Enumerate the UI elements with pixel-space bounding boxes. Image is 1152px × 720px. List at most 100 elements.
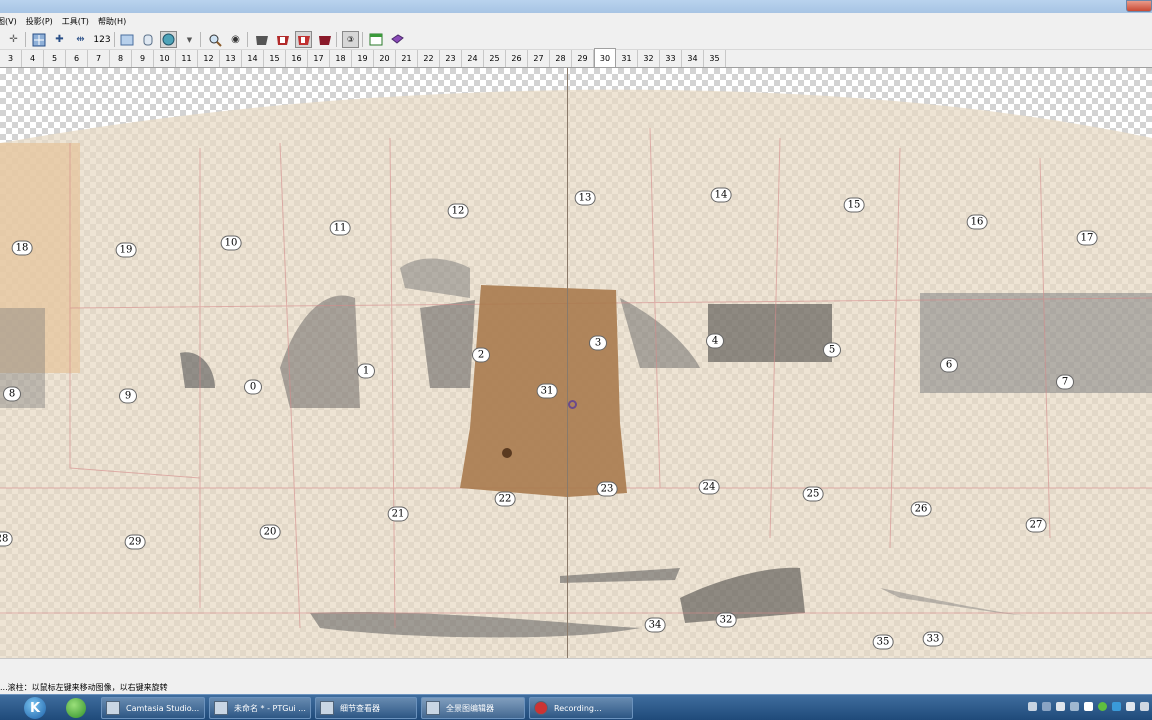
tray-icon-7[interactable] — [1112, 702, 1121, 711]
tab-image-31[interactable]: 31 — [616, 50, 638, 67]
dropdown-arrow-icon[interactable]: ▼ — [181, 31, 198, 48]
image-marker-12[interactable]: 12 — [447, 203, 469, 219]
image-marker-9[interactable]: 9 — [119, 388, 137, 404]
tab-image-10[interactable]: 10 — [154, 50, 176, 67]
tab-image-11[interactable]: 11 — [176, 50, 198, 67]
image-marker-6[interactable]: 6 — [940, 357, 958, 373]
task-recording[interactable]: Recording... — [529, 697, 633, 719]
tab-image-26[interactable]: 26 — [506, 50, 528, 67]
tab-image-13[interactable]: 13 — [220, 50, 242, 67]
tray-icon-1[interactable] — [1028, 702, 1037, 711]
center-point-icon[interactable]: ✚ — [51, 31, 68, 48]
image-marker-4[interactable]: 4 — [706, 333, 724, 349]
menu-view[interactable]: 视图(V) — [0, 16, 21, 27]
tab-image-30[interactable]: 30 — [594, 48, 616, 67]
tab-image-14[interactable]: 14 — [242, 50, 264, 67]
tab-image-3[interactable]: 3 — [0, 50, 22, 67]
sphere-icon[interactable] — [160, 31, 177, 48]
task-ptgui[interactable]: 未命名 * - PTGui ... — [209, 697, 311, 719]
image-marker-21[interactable]: 21 — [387, 506, 409, 522]
start-button[interactable]: K — [24, 697, 46, 719]
image-marker-26[interactable]: 26 — [910, 501, 932, 517]
image-marker-22[interactable]: 22 — [494, 491, 516, 507]
tab-image-19[interactable]: 19 — [352, 50, 374, 67]
tab-image-16[interactable]: 16 — [286, 50, 308, 67]
tab-image-23[interactable]: 23 — [440, 50, 462, 67]
tab-image-9[interactable]: 9 — [132, 50, 154, 67]
image-marker-7[interactable]: 7 — [1056, 374, 1074, 390]
panorama-canvas[interactable]: 0 1 2 3 4 5 6 7 8 9 10 11 12 13 14 15 16 17 18 19 20 21 22 23 24… — [0, 68, 1152, 658]
control-points-icon[interactable]: ③ — [342, 31, 359, 48]
tab-image-22[interactable]: 22 — [418, 50, 440, 67]
image-marker-2[interactable]: 2 — [472, 347, 490, 363]
tab-image-27[interactable]: 27 — [528, 50, 550, 67]
tray-icon-4[interactable] — [1070, 702, 1079, 711]
image-marker-1[interactable]: 1 — [357, 363, 375, 379]
image-marker-10[interactable]: 10 — [220, 235, 242, 251]
numbers-button[interactable]: 123 — [92, 31, 112, 48]
menu-tools[interactable]: 工具(T) — [57, 16, 93, 27]
tab-image-8[interactable]: 8 — [110, 50, 132, 67]
tab-image-32[interactable]: 32 — [638, 50, 660, 67]
image-marker-27[interactable]: 27 — [1025, 517, 1047, 533]
tab-image-4[interactable]: 4 — [22, 50, 44, 67]
tab-image-33[interactable]: 33 — [660, 50, 682, 67]
tab-image-6[interactable]: 6 — [66, 50, 88, 67]
image-marker-5[interactable]: 5 — [823, 342, 841, 358]
image-marker-15[interactable]: 15 — [843, 197, 865, 213]
selected-image-icon[interactable] — [295, 31, 312, 48]
task-detail-viewer[interactable]: 细节查看器 — [315, 697, 417, 719]
tab-image-29[interactable]: 29 — [572, 50, 594, 67]
layout-icon[interactable] — [367, 31, 384, 48]
image-marker-14[interactable]: 14 — [710, 187, 732, 203]
image-marker-31[interactable]: 31 — [536, 383, 558, 399]
menu-help[interactable]: 帮助(H) — [93, 16, 130, 27]
tray-icon-3[interactable] — [1056, 702, 1065, 711]
tab-image-17[interactable]: 17 — [308, 50, 330, 67]
image-marker-25[interactable]: 25 — [802, 486, 824, 502]
image-marker-23[interactable]: 23 — [596, 481, 618, 497]
image-marker-3[interactable]: 3 — [589, 335, 607, 351]
image-marker-35[interactable]: 35 — [872, 634, 894, 650]
image-marker-8[interactable]: 8 — [3, 386, 21, 402]
image-mask-icon[interactable] — [274, 31, 291, 48]
image-marker-11[interactable]: 11 — [329, 220, 351, 236]
tab-image-21[interactable]: 21 — [396, 50, 418, 67]
book-icon[interactable] — [388, 31, 405, 48]
fit-panorama-icon[interactable] — [30, 31, 47, 48]
browser-quicklaunch-icon[interactable] — [66, 698, 86, 718]
image-marker-24[interactable]: 24 — [698, 479, 720, 495]
image-marker-13[interactable]: 13 — [574, 190, 596, 206]
zoom-icon[interactable] — [206, 31, 223, 48]
show-images-icon[interactable] — [118, 31, 135, 48]
tab-image-34[interactable]: 34 — [682, 50, 704, 67]
tray-icon-5[interactable] — [1084, 702, 1093, 711]
image-marker-32[interactable]: 32 — [715, 612, 737, 628]
cylinder-icon[interactable] — [139, 31, 156, 48]
image-marker-16[interactable]: 16 — [966, 214, 988, 230]
image-marker-0[interactable]: 0 — [244, 379, 262, 395]
tab-image-28[interactable]: 28 — [550, 50, 572, 67]
tab-image-15[interactable]: 15 — [264, 50, 286, 67]
image-marker-17[interactable]: 17 — [1076, 230, 1098, 246]
tray-icon-6[interactable] — [1098, 702, 1107, 711]
crop-icon[interactable]: ✛ — [5, 31, 22, 48]
tab-image-5[interactable]: 5 — [44, 50, 66, 67]
tab-image-24[interactable]: 24 — [462, 50, 484, 67]
tray-icon-2[interactable] — [1042, 702, 1051, 711]
window-close-button[interactable] — [1126, 0, 1152, 12]
image-marker-34[interactable]: 34 — [644, 617, 666, 633]
tab-image-12[interactable]: 12 — [198, 50, 220, 67]
color-icon[interactable] — [316, 31, 333, 48]
preview-icon[interactable]: ◉ — [227, 31, 244, 48]
tray-icon-9[interactable] — [1140, 702, 1149, 711]
tab-image-35[interactable]: 35 — [704, 50, 726, 67]
tab-image-18[interactable]: 18 — [330, 50, 352, 67]
mask-icon[interactable] — [253, 31, 270, 48]
straighten-icon[interactable]: ⇹ — [72, 31, 89, 48]
tab-image-20[interactable]: 20 — [374, 50, 396, 67]
tab-image-7[interactable]: 7 — [88, 50, 110, 67]
image-marker-20[interactable]: 20 — [259, 524, 281, 540]
task-camtasia[interactable]: Camtasia Studio... — [101, 697, 205, 719]
image-marker-29[interactable]: 29 — [124, 534, 146, 550]
